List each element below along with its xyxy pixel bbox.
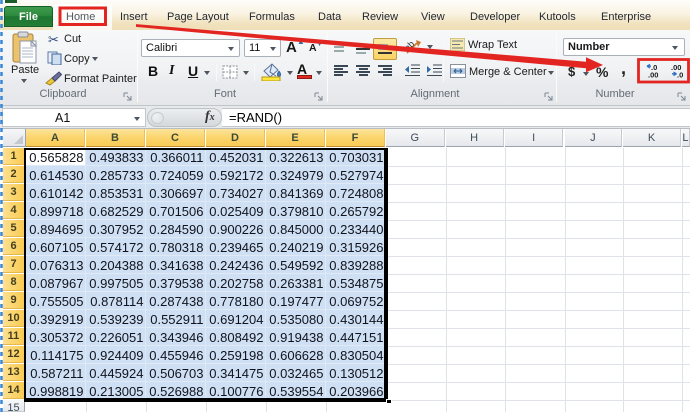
svg-text:.00: .00	[648, 71, 658, 79]
svg-text:ab: ab	[404, 39, 416, 53]
svg-text:.0: .0	[677, 71, 683, 79]
